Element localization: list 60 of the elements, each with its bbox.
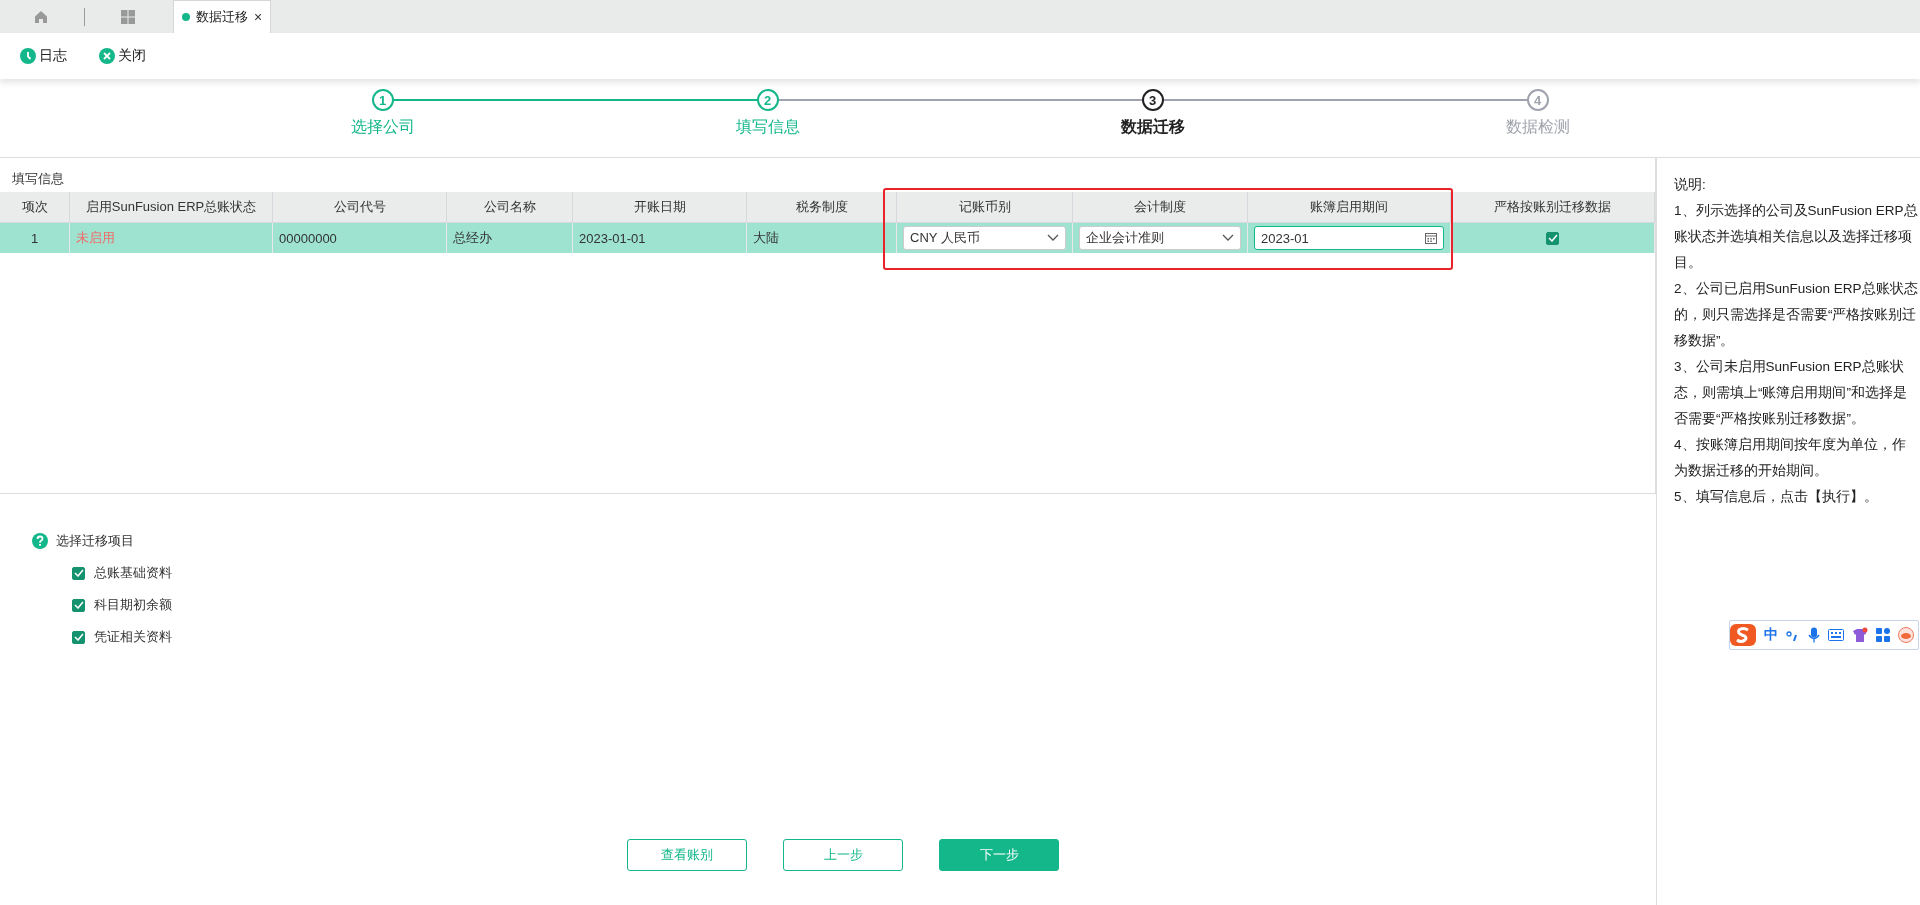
chevron-down-icon <box>1222 234 1234 242</box>
checkbox[interactable] <box>72 630 85 644</box>
table-cell: 2023-01-01 <box>579 230 646 246</box>
column-header: 公司名称 <box>447 192 573 223</box>
checkbox[interactable] <box>1546 231 1559 245</box>
apps-icon <box>1876 628 1890 642</box>
tab[interactable]: 数据迁移 <box>196 8 248 26</box>
close-button[interactable]: 关闭 <box>99 47 146 65</box>
help-icon <box>32 533 48 549</box>
table-cell: 总经办 <box>453 229 492 247</box>
checkbox-label: 总账基础资料 <box>94 564 172 582</box>
table-cell: 大陆 <box>753 229 779 247</box>
step-label: 选择公司 <box>350 117 415 137</box>
checkbox[interactable] <box>72 598 85 612</box>
section-title: 选择迁移项目 <box>56 532 134 550</box>
checkbox[interactable] <box>72 566 85 580</box>
input-mode-text[interactable]: 中 <box>1764 626 1778 644</box>
checkbox-label: 凭证相关资料 <box>94 628 172 646</box>
section-title: 填写信息 <box>11 170 65 188</box>
step-label: 填写信息 <box>735 117 800 137</box>
period-field[interactable]: 2023-01 <box>1254 226 1444 250</box>
log-button[interactable]: 日志 <box>20 47 67 65</box>
notes-title: 说明: <box>1674 176 1707 194</box>
close-icon <box>99 48 115 64</box>
keyboard-icon <box>1828 629 1844 641</box>
column-header: 税务制度 <box>747 192 897 223</box>
note-text: 3、公司未启用SunFusion ERP总账状态，则需填上“账簿启用期间”和选择是否需要“严格按账别迁移数据”。 <box>1674 358 1908 428</box>
note-text: 1、列示选择的公司及SunFusion ERP总账状态并选填相关信息以及选择迁移项目。 <box>1674 202 1919 272</box>
column-header: 项次 <box>0 192 70 223</box>
note-text: 4、按账簿启用期间按年度为单位，作为数据迁移的开始期间。 <box>1674 436 1907 480</box>
column-header: 账簿启用期间 <box>1248 192 1451 223</box>
microphone-icon <box>1808 627 1820 643</box>
close-icon[interactable]: × <box>254 9 263 25</box>
column-header: 启用SunFusion ERP总账状态 <box>70 192 273 223</box>
note-text: 2、公司已启用SunFusion ERP总账状态的，则只需选择是否需要“严格按账别迁移数据”。 <box>1674 280 1919 350</box>
table-cell: 00000000 <box>279 230 337 246</box>
column-header: 记账币别 <box>897 192 1073 223</box>
step-label: 数据检测 <box>1505 117 1570 137</box>
table-cell: 1 <box>30 230 39 246</box>
grid-icon <box>120 8 136 25</box>
step-number: 1 <box>371 89 394 111</box>
step-number: 3 <box>1141 89 1164 111</box>
currency-select[interactable]: CNY 人民币 <box>903 226 1066 250</box>
column-header: 公司代号 <box>273 192 447 223</box>
column-header: 开账日期 <box>573 192 747 223</box>
note-text: 5、填写信息后，点击【执行】。 <box>1674 488 1879 506</box>
step-label: 数据迁移 <box>1120 117 1185 137</box>
shirt-icon <box>1852 627 1868 643</box>
chevron-down-icon <box>1047 234 1059 242</box>
status-text: 未启用 <box>76 229 115 247</box>
home-icon <box>33 8 49 25</box>
column-header: 会计制度 <box>1073 192 1248 223</box>
step-number: 4 <box>1526 89 1549 111</box>
accounting-select[interactable]: 企业会计准则 <box>1079 226 1241 250</box>
step-number: 2 <box>756 89 779 111</box>
clock-icon <box>20 48 36 64</box>
column-header: 严格按账别迁移数据 <box>1451 192 1655 223</box>
calendar-icon <box>1425 232 1437 244</box>
checkbox-label: 科目期初余额 <box>94 596 172 614</box>
status-dot-icon <box>182 13 190 21</box>
